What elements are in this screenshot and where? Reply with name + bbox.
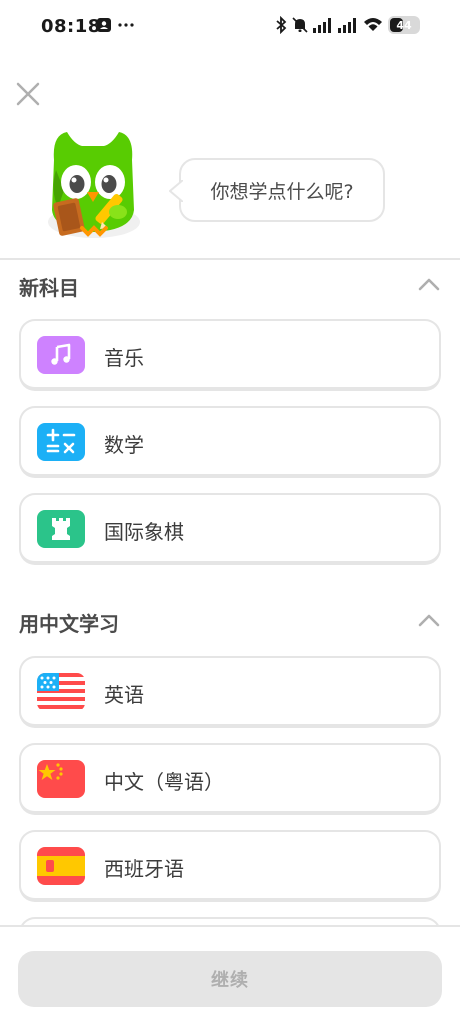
spain-flag-icon (37, 847, 85, 885)
battery-level: 44 (396, 18, 412, 32)
math-operators-icon (37, 423, 85, 461)
mute-bell-icon (292, 17, 308, 33)
speech-bubble-tail (169, 180, 183, 202)
footer: 继续 (0, 925, 460, 1024)
chevron-up-icon[interactable] (418, 612, 440, 628)
course-label: 中文（粤语） (104, 770, 224, 794)
status-right-icons: 44 (275, 16, 420, 34)
signal-2-icon (338, 18, 356, 33)
close-icon (16, 82, 40, 106)
course-card-cantonese[interactable]: 中文（粤语） (19, 743, 441, 815)
section-header-new-subjects[interactable]: 新科目 (0, 264, 460, 304)
course-label: 国际象棋 (104, 520, 184, 544)
notification-app-icon (97, 18, 111, 32)
speech-bubble: 你想学点什么呢? (169, 158, 385, 222)
course-card-music[interactable]: 音乐 (19, 319, 441, 391)
bluetooth-icon (276, 16, 287, 34)
section-header-learn-in-chinese[interactable]: 用中文学习 (0, 600, 460, 640)
section-title: 用中文学习 (19, 612, 119, 636)
china-flag-icon (37, 760, 85, 798)
battery-icon: 44 (388, 16, 420, 34)
status-time: 08:18 (41, 16, 101, 37)
course-label: 英语 (104, 683, 144, 707)
status-left-icons (96, 17, 134, 33)
header-divider (0, 258, 460, 260)
chess-rook-icon (37, 510, 85, 548)
continue-button[interactable]: 继续 (18, 951, 442, 1007)
course-card-spanish[interactable]: 西班牙语 (19, 830, 441, 902)
more-dots-icon (118, 23, 134, 27)
section-title: 新科目 (19, 276, 79, 300)
signal-1-icon (313, 18, 331, 33)
course-label: 数学 (104, 433, 144, 457)
course-card-math[interactable]: 数学 (19, 406, 441, 478)
duo-owl-mascot-icon (48, 132, 140, 238)
course-card-english[interactable]: 英语 (19, 656, 441, 728)
close-button[interactable] (14, 80, 42, 108)
course-card-chess[interactable]: 国际象棋 (19, 493, 441, 565)
music-note-icon (37, 336, 85, 374)
chevron-up-icon[interactable] (418, 276, 440, 292)
us-flag-icon (37, 673, 85, 711)
course-label: 音乐 (104, 346, 144, 370)
course-label: 西班牙语 (104, 857, 184, 881)
status-bar: 08:18 44 (0, 0, 460, 56)
wifi-icon (364, 18, 382, 31)
mascot-prompt: 你想学点什么呢? (210, 180, 354, 203)
